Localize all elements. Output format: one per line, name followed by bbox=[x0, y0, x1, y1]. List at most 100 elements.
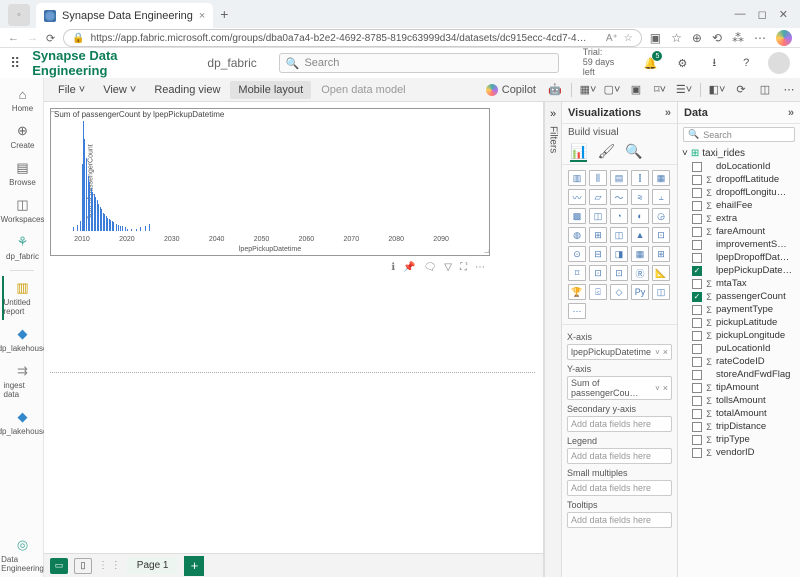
global-search-input[interactable]: 🔍 Search bbox=[279, 53, 559, 73]
field-ehailFee[interactable]: ΣehailFee bbox=[682, 199, 796, 212]
field-storeAndFwdFlag[interactable]: storeAndFwdFlag bbox=[682, 368, 796, 381]
field-lpepPickupDate…[interactable]: ✓lpepPickupDate… bbox=[682, 264, 796, 277]
ribbon-more-icon[interactable]: ⋯ bbox=[780, 81, 798, 99]
chart-info-icon[interactable]: ℹ bbox=[391, 262, 395, 273]
viz-type-15[interactable]: ◍ bbox=[568, 227, 586, 243]
viz-type-19[interactable]: ⊡ bbox=[652, 227, 670, 243]
download-icon[interactable]: ⭳ bbox=[704, 53, 724, 73]
viz-type-5[interactable]: 〰 bbox=[568, 189, 586, 205]
field-tripDistance[interactable]: ΣtripDistance bbox=[682, 420, 796, 433]
field-checkbox[interactable] bbox=[692, 448, 702, 458]
rail-home[interactable]: ⌂Home bbox=[2, 82, 42, 117]
field-extra[interactable]: Σextra bbox=[682, 212, 796, 225]
mobile-view-icon[interactable]: ▯ bbox=[74, 558, 92, 574]
chart-comment-icon[interactable]: 🗨 bbox=[424, 262, 437, 273]
ai-icon[interactable]: 🤖 bbox=[546, 81, 564, 99]
rail-ingest[interactable]: ⇉ingest data bbox=[2, 359, 42, 403]
window-close-icon[interactable]: ✕ bbox=[779, 8, 788, 21]
copilot-browser-icon[interactable] bbox=[776, 30, 792, 46]
viz-type-23[interactable]: ▦ bbox=[631, 246, 649, 262]
field-checkbox[interactable] bbox=[692, 318, 702, 328]
field-checkbox[interactable] bbox=[692, 396, 702, 406]
user-avatar[interactable] bbox=[768, 52, 790, 74]
notifications-icon[interactable]: 🔔5 bbox=[641, 53, 661, 73]
chart-more-icon[interactable]: ⋯ bbox=[475, 262, 485, 273]
viz-type-16[interactable]: ⊞ bbox=[589, 227, 607, 243]
ribbon-2-icon[interactable]: ▢˅ bbox=[603, 81, 621, 99]
settings-icon[interactable]: ⚙ bbox=[672, 53, 692, 73]
rail-lakehouse[interactable]: ◆dp_lakehouse bbox=[2, 322, 42, 357]
percent-icon[interactable]: ⁂ bbox=[732, 31, 744, 45]
chart-filter-icon[interactable]: ▽ bbox=[444, 262, 452, 273]
chart-focus-icon[interactable]: ⛶ bbox=[460, 262, 467, 273]
viz-type-28[interactable]: Ⓡ bbox=[631, 265, 649, 281]
extensions-icon[interactable]: ⊕ bbox=[692, 31, 702, 45]
field-checkbox[interactable] bbox=[692, 344, 702, 354]
reading-view-button[interactable]: Reading view bbox=[146, 81, 228, 99]
chart-visual[interactable]: Sum of passengerCount by lpepPickupDatet… bbox=[50, 108, 490, 256]
field-checkbox[interactable] bbox=[692, 162, 702, 172]
viz-type-21[interactable]: ⊟ bbox=[589, 246, 607, 262]
ribbon-7-icon[interactable]: ◫ bbox=[756, 81, 774, 99]
viz-type-13[interactable]: ◐ bbox=[631, 208, 649, 224]
ribbon-5-icon[interactable]: ☰˅ bbox=[675, 81, 693, 99]
field-checkbox[interactable] bbox=[692, 214, 702, 224]
data-search-input[interactable]: 🔍Search bbox=[683, 127, 795, 142]
viz-type-11[interactable]: ◫ bbox=[589, 208, 607, 224]
field-checkbox[interactable] bbox=[692, 409, 702, 419]
field-checkbox[interactable]: ✓ bbox=[692, 266, 702, 276]
viz-type-0[interactable]: ▥ bbox=[568, 170, 586, 186]
collections-icon[interactable]: ▣ bbox=[650, 31, 661, 45]
browser-tab[interactable]: Synapse Data Engineering × bbox=[36, 3, 213, 28]
field-checkbox[interactable] bbox=[692, 253, 702, 263]
viz-type-8[interactable]: ⩬ bbox=[631, 189, 649, 205]
legend-well[interactable]: Add data fields here bbox=[567, 448, 672, 464]
field-fareAmount[interactable]: ΣfareAmount bbox=[682, 225, 796, 238]
viz-type-29[interactable]: 📐 bbox=[652, 265, 670, 281]
field-dropoffLatitude[interactable]: ΣdropoffLatitude bbox=[682, 173, 796, 186]
window-minimize-icon[interactable]: — bbox=[735, 8, 746, 21]
viz-type-31[interactable]: ⍃ bbox=[589, 284, 607, 300]
page-tab-1[interactable]: Page 1 bbox=[127, 557, 179, 574]
format-visual-icon[interactable]: 🖌 bbox=[597, 143, 615, 162]
field-checkbox[interactable] bbox=[692, 279, 702, 289]
field-checkbox[interactable]: ✓ bbox=[692, 292, 702, 302]
sync-icon[interactable]: ⟲ bbox=[712, 31, 722, 45]
viz-type-30[interactable]: 🏆 bbox=[568, 284, 586, 300]
field-vendorID[interactable]: ΣvendorID bbox=[682, 446, 796, 459]
viz-type-24[interactable]: ⊞ bbox=[652, 246, 670, 262]
field-totalAmount[interactable]: ΣtotalAmount bbox=[682, 407, 796, 420]
rail-untitled-report[interactable]: ▥Untitled report bbox=[2, 276, 42, 320]
viz-type-14[interactable]: ◶ bbox=[652, 208, 670, 224]
favorites-icon[interactable]: ☆ bbox=[671, 31, 682, 45]
ribbon-3-icon[interactable]: ▣ bbox=[627, 81, 645, 99]
secondary-yaxis-well[interactable]: Add data fields here bbox=[567, 416, 672, 432]
viz-type-33[interactable]: Py bbox=[631, 284, 649, 300]
rail-dp-fabric[interactable]: ⚘dp_fabric bbox=[2, 230, 42, 265]
file-menu[interactable]: File ˅ bbox=[50, 81, 93, 99]
field-checkbox[interactable] bbox=[692, 383, 702, 393]
nav-refresh-icon[interactable]: ⟳ bbox=[46, 32, 55, 45]
breadcrumb[interactable]: dp_fabric bbox=[207, 56, 256, 70]
expand-filters-icon[interactable]: » bbox=[550, 108, 556, 120]
viz-type-17[interactable]: ◫ bbox=[610, 227, 628, 243]
rail-create[interactable]: ⊕Create bbox=[2, 119, 42, 154]
viz-type-10[interactable]: ▩ bbox=[568, 208, 586, 224]
field-checkbox[interactable] bbox=[692, 435, 702, 445]
refresh-icon[interactable]: ⟳ bbox=[732, 81, 750, 99]
viz-type-3[interactable]: ⫿ bbox=[631, 170, 649, 186]
ribbon-6-icon[interactable]: ◧˅ bbox=[708, 81, 726, 99]
small-mult-well[interactable]: Add data fields here bbox=[567, 480, 672, 496]
rail-browse[interactable]: ▤Browse bbox=[2, 156, 42, 191]
canvas-dropzone[interactable] bbox=[50, 372, 535, 373]
field-pickupLongitude[interactable]: ΣpickupLongitude bbox=[682, 329, 796, 342]
viz-type-27[interactable]: ⊡ bbox=[610, 265, 628, 281]
mobile-layout-button[interactable]: Mobile layout bbox=[230, 81, 311, 99]
field-puLocationId[interactable]: puLocationId bbox=[682, 342, 796, 355]
viz-type-4[interactable]: ▦ bbox=[652, 170, 670, 186]
tab-close-icon[interactable]: × bbox=[199, 10, 205, 22]
field-lpepDropoffDat…[interactable]: lpepDropoffDat… bbox=[682, 251, 796, 264]
viz-type-25[interactable]: ⌑ bbox=[568, 265, 586, 281]
viz-type-2[interactable]: ▤ bbox=[610, 170, 628, 186]
table-taxi-rides[interactable]: ˅⊞taxi_rides bbox=[682, 147, 796, 160]
